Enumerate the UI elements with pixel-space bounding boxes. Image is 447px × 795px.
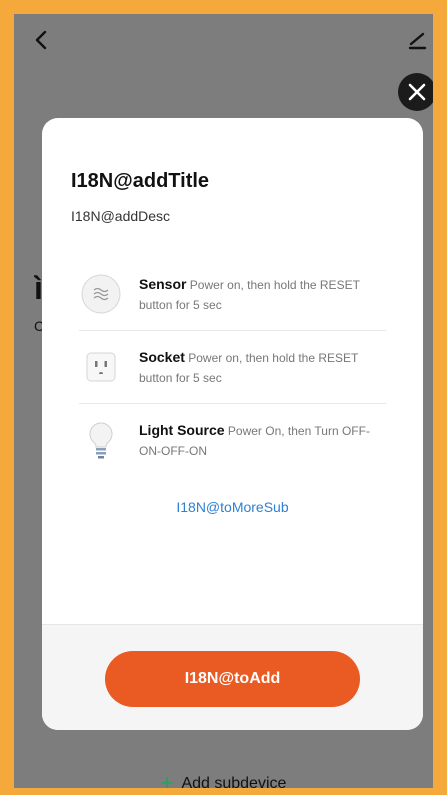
device-name: Light Source: [139, 421, 225, 438]
add-subdevice-button[interactable]: + Add subdevice: [14, 770, 433, 788]
add-subdevice-label: Add subdevice: [181, 775, 287, 788]
device-name: Sensor: [139, 275, 187, 292]
device-row-light: Light Source Power On, then Turn OFF-ON-…: [79, 404, 386, 476]
add-device-modal: I18N@addTitle I18N@addDesc Sensor Power …: [42, 118, 423, 730]
device-list: Sensor Power on, then hold the RESET but…: [79, 258, 386, 476]
edit-icon[interactable]: [407, 28, 431, 52]
back-arrow-icon[interactable]: [30, 28, 54, 52]
bulb-icon: [79, 418, 123, 462]
more-subdevices-link[interactable]: I18N@toMoreSub: [42, 499, 423, 515]
device-row-sensor: Sensor Power on, then hold the RESET but…: [79, 258, 386, 331]
plus-icon: +: [160, 770, 174, 788]
device-name: Socket: [139, 348, 185, 365]
add-button[interactable]: I18N@toAdd: [105, 651, 360, 707]
close-button[interactable]: [398, 73, 433, 111]
close-icon: [408, 83, 426, 101]
sensor-icon: [79, 272, 123, 316]
socket-icon: [79, 345, 123, 389]
modal-description: I18N@addDesc: [71, 208, 171, 224]
device-row-socket: Socket Power on, then hold the RESET but…: [79, 331, 386, 404]
modal-title: I18N@addTitle: [71, 170, 210, 192]
